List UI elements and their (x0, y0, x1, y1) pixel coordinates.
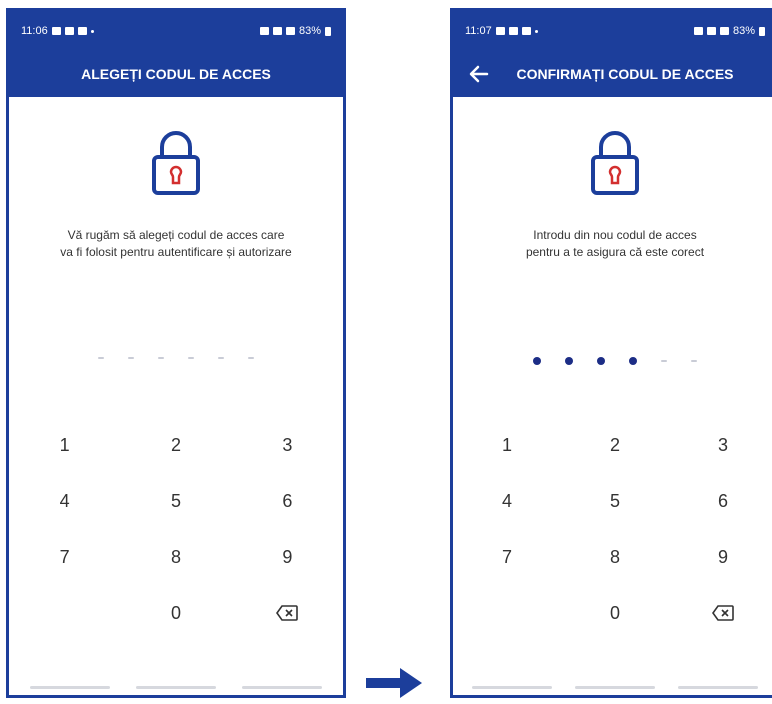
status-left: 11:07 (465, 25, 538, 37)
signal-icon (285, 27, 295, 35)
instruction-line-1: Vă rugăm să alegeți codul de acces care (67, 228, 285, 242)
more-notifications-icon (534, 29, 538, 33)
nav-bar-segment (30, 685, 110, 689)
key-4[interactable]: 4 (453, 473, 561, 529)
app-bar: CONFIRMAȚI CODUL DE ACCES (453, 51, 772, 97)
notification-icon (77, 27, 87, 35)
backspace-button[interactable] (232, 585, 343, 641)
phone-screen-confirm-code: 11:07 83% CONFIRMAȚI CODUL DE ACCES Intr… (450, 8, 772, 698)
key-6[interactable]: 6 (669, 473, 772, 529)
battery-icon (759, 26, 765, 36)
pin-dot-filled (533, 357, 541, 365)
key-7[interactable]: 7 (453, 529, 561, 585)
keypad-blank (453, 585, 561, 641)
status-bar: 11:07 83% (453, 11, 772, 51)
more-notifications-icon (90, 29, 94, 33)
pin-dot-filled (565, 357, 573, 365)
system-nav-bar (453, 679, 772, 695)
key-6[interactable]: 6 (232, 473, 343, 529)
status-left: 11:06 (21, 25, 94, 37)
pin-dot-empty (128, 357, 134, 359)
nav-bar-segment (677, 685, 758, 689)
gallery-icon (51, 27, 61, 35)
key-3[interactable]: 3 (232, 417, 343, 473)
key-8[interactable]: 8 (120, 529, 231, 585)
key-9[interactable]: 9 (232, 529, 343, 585)
nav-bar-segment (136, 685, 216, 689)
key-5[interactable]: 5 (120, 473, 231, 529)
backspace-icon (712, 605, 734, 621)
pin-dot-filled (629, 357, 637, 365)
pin-dot-empty (661, 360, 667, 362)
instruction-line-1: Introdu din nou codul de acces (533, 228, 697, 242)
signal-icon (719, 27, 729, 35)
battery-percent: 83% (298, 25, 321, 37)
mute-icon (272, 27, 282, 35)
status-time: 11:07 (465, 25, 492, 37)
keypad: 123 456 7890 (9, 417, 343, 641)
instruction-text: Vă rugăm să alegeți codul de acces care … (9, 227, 343, 261)
app-bar: ALEGEȚI CODUL DE ACCES (9, 51, 343, 97)
battery-percent: 83% (732, 25, 755, 37)
lock-icon (591, 131, 639, 195)
arrow-right-icon (366, 668, 422, 698)
pin-dot-empty (218, 357, 224, 359)
key-2[interactable]: 2 (120, 417, 231, 473)
backspace-button[interactable] (669, 585, 772, 641)
gallery-icon (495, 27, 505, 35)
key-0[interactable]: 0 (561, 585, 669, 641)
key-5[interactable]: 5 (561, 473, 669, 529)
pin-indicator (453, 357, 772, 365)
pin-dot-empty (98, 357, 104, 359)
pin-dot-empty (248, 357, 254, 359)
phone-screen-choose-code: 11:06 83% ALEGEȚI CODUL DE ACCES Vă rugă… (6, 8, 346, 698)
nav-bar-segment (472, 685, 553, 689)
key-1[interactable]: 1 (9, 417, 120, 473)
key-8[interactable]: 8 (561, 529, 669, 585)
keypad-blank (9, 585, 120, 641)
key-7[interactable]: 7 (9, 529, 120, 585)
mute-icon (706, 27, 716, 35)
pin-dot-empty (158, 357, 164, 359)
status-right: 83% (259, 25, 331, 37)
page-title: CONFIRMAȚI CODUL DE ACCES (516, 66, 734, 82)
nav-bar-segment (574, 685, 655, 689)
status-time: 11:06 (21, 25, 48, 37)
content: Introdu din nou codul de acces pentru a … (453, 97, 772, 695)
keypad: 123 456 7890 (453, 417, 772, 641)
pin-dot-empty (188, 357, 194, 359)
pin-dot-empty (691, 360, 697, 362)
pin-dot-filled (597, 357, 605, 365)
lock-icon (152, 131, 200, 195)
page-title: ALEGEȚI CODUL DE ACCES (81, 66, 271, 82)
status-right: 83% (693, 25, 765, 37)
messenger-icon (64, 27, 74, 35)
key-2[interactable]: 2 (561, 417, 669, 473)
nfc-icon (259, 27, 269, 35)
backspace-icon (276, 605, 299, 621)
notification-icon (521, 27, 531, 35)
pin-indicator (9, 357, 343, 359)
instruction-line-2: va fi folosit pentru autentificare și au… (60, 245, 292, 259)
content: Vă rugăm să alegeți codul de acces care … (9, 97, 343, 695)
instruction-text: Introdu din nou codul de acces pentru a … (453, 227, 772, 261)
instruction-line-2: pentru a te asigura că este corect (525, 245, 705, 259)
arrow-left-icon[interactable] (467, 62, 491, 86)
key-3[interactable]: 3 (669, 417, 772, 473)
nfc-icon (693, 27, 703, 35)
key-4[interactable]: 4 (9, 473, 120, 529)
key-1[interactable]: 1 (453, 417, 561, 473)
messenger-icon (508, 27, 518, 35)
nav-bar-segment (242, 685, 322, 689)
battery-icon (325, 26, 331, 36)
key-0[interactable]: 0 (120, 585, 231, 641)
key-9[interactable]: 9 (669, 529, 772, 585)
status-bar: 11:06 83% (9, 11, 343, 51)
system-nav-bar (9, 679, 343, 695)
